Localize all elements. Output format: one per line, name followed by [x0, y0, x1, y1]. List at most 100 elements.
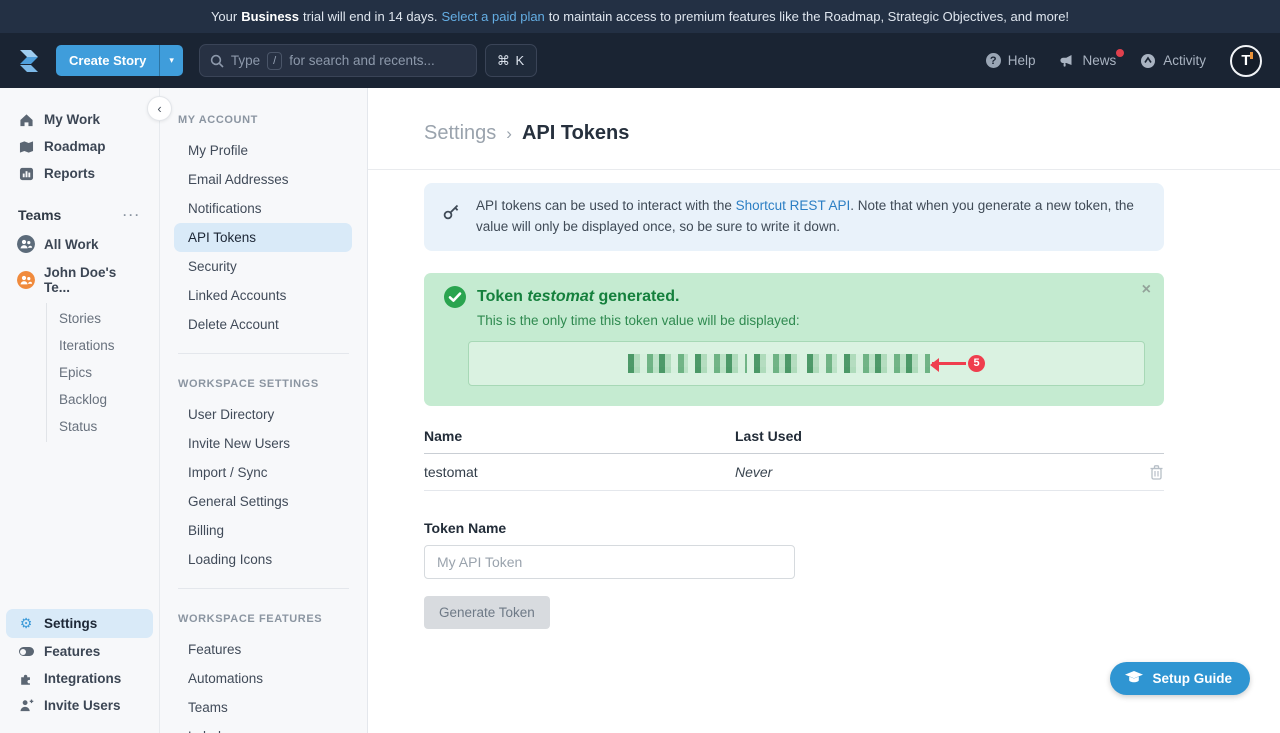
search-icon — [210, 54, 224, 68]
sidebar-item-label: Settings — [44, 616, 97, 631]
menu-item-security[interactable]: Security — [160, 252, 367, 281]
menu-item-api-tokens[interactable]: API Tokens — [174, 223, 352, 252]
shortcut-rest-api-link[interactable]: Shortcut REST API — [736, 198, 851, 213]
key-icon — [442, 202, 461, 221]
sidebar-item-reports[interactable]: Reports — [0, 160, 159, 187]
token-name-cell: testomat — [424, 464, 735, 480]
sidebar-item-label: All Work — [44, 237, 99, 252]
sidebar-item-roadmap[interactable]: Roadmap — [0, 133, 159, 160]
search-placeholder-rest: for search and recents... — [289, 53, 435, 68]
sidebar-item-features[interactable]: Features — [0, 638, 159, 665]
teams-section-header: Teams ··· — [0, 187, 159, 229]
menu-item-loading-icons[interactable]: Loading Icons — [160, 545, 367, 574]
page-title: API Tokens — [522, 122, 629, 145]
settings-menu-sidebar: MY ACCOUNT My Profile Email Addresses No… — [160, 88, 368, 733]
token-value-box: 5 — [468, 341, 1145, 386]
setup-guide-button[interactable]: Setup Guide — [1110, 662, 1250, 695]
redacted-token-value — [628, 354, 930, 373]
menu-item-import-sync[interactable]: Import / Sync — [160, 458, 367, 487]
chevron-down-icon: ▾ — [169, 55, 174, 66]
menu-item-features[interactable]: Features — [160, 635, 367, 664]
sidebar-item-label: Integrations — [44, 671, 121, 686]
menu-item-labels[interactable]: Labels — [160, 722, 367, 733]
menu-item-linked-accounts[interactable]: Linked Accounts — [160, 281, 367, 310]
sidebar-item-backlog[interactable]: Backlog — [47, 386, 159, 413]
news-menu[interactable]: News — [1059, 53, 1116, 68]
menu-item-general-settings[interactable]: General Settings — [160, 487, 367, 516]
menu-item-billing[interactable]: Billing — [160, 516, 367, 545]
title-after: generated. — [594, 288, 679, 305]
sidebar-item-label: My Work — [44, 112, 100, 127]
sidebar-item-integrations[interactable]: Integrations — [0, 665, 159, 692]
content-column: API tokens can be used to interact with … — [368, 170, 1164, 629]
person-plus-icon — [18, 699, 34, 712]
close-icon[interactable]: × — [1142, 281, 1151, 299]
sidebar-item-invite-users[interactable]: Invite Users — [0, 692, 159, 719]
toggle-icon — [18, 647, 34, 656]
table-row: testomat Never — [424, 454, 1164, 491]
news-notification-dot — [1116, 49, 1124, 57]
token-name-input[interactable] — [424, 545, 795, 579]
activity-label: Activity — [1163, 53, 1206, 68]
activity-menu[interactable]: Activity — [1140, 53, 1206, 69]
graduation-cap-icon — [1125, 671, 1143, 686]
search-input[interactable]: Type / for search and recents... — [199, 44, 477, 77]
team-avatar-icon — [18, 271, 34, 289]
column-header-last-used: Last Used — [735, 428, 802, 444]
menu-item-automations[interactable]: Automations — [160, 664, 367, 693]
team-subitem-list: Stories Iterations Epics Backlog Status — [46, 303, 159, 442]
menu-item-teams[interactable]: Teams — [160, 693, 367, 722]
menu-item-notifications[interactable]: Notifications — [160, 194, 367, 223]
token-name-label: Token Name — [424, 520, 1164, 536]
teams-more-icon[interactable]: ··· — [123, 208, 141, 222]
success-subtitle: This is the only time this token value w… — [477, 313, 1144, 328]
bar-chart-icon — [18, 167, 34, 181]
select-paid-plan-link[interactable]: Select a paid plan — [441, 9, 544, 24]
delete-token-button[interactable] — [1149, 464, 1164, 480]
sidebar-item-stories[interactable]: Stories — [47, 305, 159, 332]
sidebar-item-label: Reports — [44, 166, 95, 181]
create-story-button[interactable]: Create Story ▾ — [56, 45, 183, 76]
sidebar-item-john-does-team[interactable]: John Doe's Te... — [0, 259, 159, 301]
trial-text-middle: trial will end in 14 days. — [303, 9, 437, 24]
megaphone-icon — [1059, 54, 1075, 68]
trial-text-prefix: Your — [211, 9, 237, 24]
activity-icon — [1140, 53, 1156, 69]
menu-item-invite-new-users[interactable]: Invite New Users — [160, 429, 367, 458]
app-shell: ‹ My Work Roadmap Reports Teams ··· — [0, 88, 1280, 733]
create-story-caret[interactable]: ▾ — [159, 45, 183, 76]
main-content: Settings › API Tokens API tokens can be … — [368, 88, 1280, 733]
trial-text-suffix: to maintain access to premium features l… — [549, 9, 1069, 24]
sidebar-item-epics[interactable]: Epics — [47, 359, 159, 386]
menu-section-header: MY ACCOUNT — [160, 106, 367, 136]
sidebar-item-iterations[interactable]: Iterations — [47, 332, 159, 359]
menu-item-email-addresses[interactable]: Email Addresses — [160, 165, 367, 194]
shortcut-logo-icon[interactable] — [14, 46, 44, 76]
table-header-row: Name Last Used — [424, 428, 1164, 454]
house-icon — [18, 113, 34, 127]
sidebar-item-all-work[interactable]: All Work — [0, 229, 159, 259]
sidebar-item-settings[interactable]: ⚙ Settings — [6, 609, 153, 638]
puzzle-icon — [18, 672, 34, 686]
teams-header-label: Teams — [18, 207, 61, 223]
setup-guide-label: Setup Guide — [1152, 671, 1232, 686]
sidebar-item-status[interactable]: Status — [47, 413, 159, 440]
help-menu[interactable]: ? Help — [986, 53, 1036, 68]
user-avatar[interactable]: T — [1230, 45, 1262, 77]
create-story-label[interactable]: Create Story — [56, 45, 159, 76]
help-label: Help — [1008, 53, 1036, 68]
tokens-table: Name Last Used testomat Never — [424, 428, 1164, 491]
sidebar-collapse-button[interactable]: ‹ — [147, 96, 172, 121]
menu-divider — [178, 353, 349, 354]
generate-token-button[interactable]: Generate Token — [424, 596, 550, 629]
menu-item-my-profile[interactable]: My Profile — [160, 136, 367, 165]
menu-item-delete-account[interactable]: Delete Account — [160, 310, 367, 339]
new-token-form: Token Name Generate Token — [424, 520, 1164, 629]
slash-key-chip: / — [267, 52, 282, 70]
menu-item-user-directory[interactable]: User Directory — [160, 400, 367, 429]
cmd-k-shortcut-badge[interactable]: ⌘ K — [485, 44, 537, 77]
sidebar-item-label: Roadmap — [44, 139, 106, 154]
sidebar-item-my-work[interactable]: My Work — [0, 106, 159, 133]
column-header-name: Name — [424, 428, 735, 444]
breadcrumb-settings[interactable]: Settings — [424, 122, 496, 145]
